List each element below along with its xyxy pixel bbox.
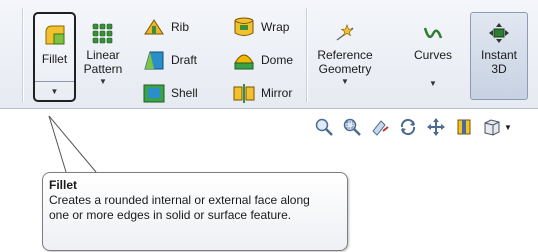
draft-button[interactable]: Draft: [142, 49, 197, 71]
dome-label: Dome: [261, 53, 294, 67]
fillet-tooltip: Fillet Creates a rounded internal or ext…: [42, 172, 348, 251]
instant-3d-label-line2: 3D: [491, 62, 507, 76]
chevron-down-icon[interactable]: ▼: [312, 78, 378, 86]
rib-icon: [144, 19, 164, 35]
mirror-button[interactable]: Mirror: [232, 82, 292, 104]
wrap-button[interactable]: Wrap: [232, 16, 289, 38]
reference-geometry-label-line2: Geometry: [318, 62, 372, 76]
instant-3d-icon: [489, 23, 509, 43]
linear-pattern-label-line2: Pattern: [83, 62, 123, 76]
shell-icon: [143, 84, 165, 103]
display-style-icon[interactable]: [482, 117, 502, 137]
chevron-down-icon[interactable]: ▼: [504, 123, 512, 132]
draft-label: Draft: [171, 53, 198, 67]
curves-label: Curves: [413, 48, 452, 62]
shell-label: Shell: [171, 86, 198, 100]
rib-label: Rib: [171, 20, 190, 34]
zoom-to-fit-icon[interactable]: [314, 117, 334, 137]
ribbon-separator: [22, 8, 24, 102]
shell-button[interactable]: Shell: [142, 82, 198, 104]
heads-up-view-toolbar: ▼: [314, 116, 512, 138]
wrap-icon: [234, 17, 254, 36]
fillet-icon: [45, 25, 64, 45]
fillet-button[interactable]: Fillet ▼: [33, 12, 76, 102]
linear-pattern-button[interactable]: Linear Pattern ▼: [80, 12, 126, 102]
instant-3d-label-line1: Instant: [480, 48, 518, 62]
curves-icon: [423, 27, 443, 39]
tooltip-title: Fillet: [49, 178, 78, 192]
chevron-down-icon[interactable]: ▼: [80, 78, 126, 86]
ribbon-separator: [306, 8, 308, 102]
linear-pattern-icon: [92, 23, 113, 44]
command-manager-ribbon: Fillet ▼ Linear Pattern ▼ Rib Draft Shel…: [0, 0, 538, 109]
dome-button[interactable]: Dome: [232, 49, 293, 71]
curves-button[interactable]: Curves ▼: [408, 12, 458, 102]
rib-button[interactable]: Rib: [142, 16, 189, 38]
chevron-down-icon[interactable]: ▼: [408, 80, 458, 88]
wrap-label: Wrap: [261, 20, 290, 34]
dome-icon: [234, 54, 254, 70]
reference-geometry-label-line1: Reference: [317, 48, 373, 62]
rotate-view-icon[interactable]: [398, 117, 418, 137]
pan-icon[interactable]: [426, 117, 446, 137]
mirror-label: Mirror: [261, 86, 293, 100]
zoom-to-area-icon[interactable]: [342, 117, 362, 137]
previous-view-icon[interactable]: [370, 117, 390, 137]
fillet-label: Fillet: [41, 52, 68, 66]
draft-icon: [144, 51, 164, 70]
reference-geometry-button[interactable]: Reference Geometry ▼: [312, 12, 378, 102]
section-view-icon[interactable]: [454, 117, 474, 137]
mirror-icon: [233, 84, 255, 103]
reference-geometry-icon: [336, 24, 354, 41]
tooltip-description: Creates a rounded internal or external f…: [49, 193, 310, 222]
instant-3d-button[interactable]: Instant 3D: [470, 12, 528, 100]
chevron-down-icon: ▼: [50, 87, 59, 96]
fillet-dropdown[interactable]: ▼: [35, 81, 74, 100]
linear-pattern-label-line1: Linear: [86, 48, 120, 62]
